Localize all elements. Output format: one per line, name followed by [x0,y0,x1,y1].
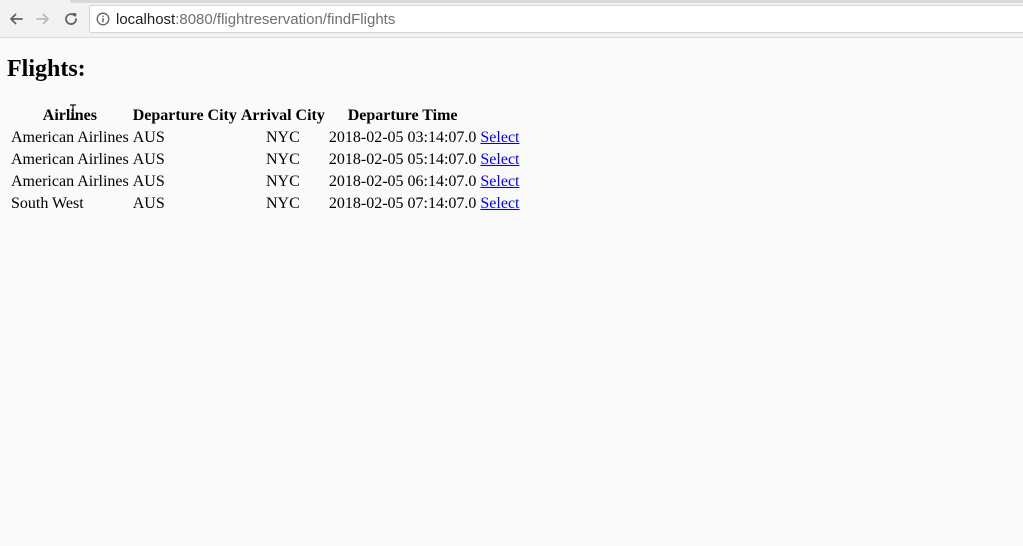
action-cell: Select [479,172,520,192]
action-cell: Select [479,128,520,148]
active-tab[interactable] [0,0,70,3]
arrival-city-cell: NYC [265,195,300,212]
text-cursor-icon [70,104,76,120]
airline-cell: American Airlines [11,151,129,168]
table-header-row: Airlines Departure City Arrival City Dep… [10,106,521,126]
url-text[interactable]: localhost:8080/flightreservation/findFli… [116,11,395,28]
select-link[interactable]: Select [480,173,519,190]
airline-cell: South West [11,195,84,212]
airline-cell: American Airlines [11,173,129,190]
departure-city-cell: AUS [132,195,165,212]
url-host: localhost [116,10,176,28]
arrival-city-cell: NYC [265,129,300,146]
departure-time-cell: 2018-02-05 03:14:07.0 [328,129,477,146]
header-arrival-city: Arrival City [240,107,325,124]
reload-icon [65,13,77,25]
header-departure-city: Departure City [132,107,237,124]
select-link[interactable]: Select [480,129,519,146]
browser-toolbar: localhost:8080/flightreservation/findFli… [0,0,1023,38]
airline-cell: American Airlines [11,129,129,146]
departure-time-cell: 2018-02-05 07:14:07.0 [328,195,477,212]
back-button[interactable] [5,8,27,30]
table-row: American Airlines AUS NYC 2018-02-05 03:… [10,128,521,148]
url-path: :8080/flightreservation/findFlights [175,10,396,28]
departure-city-cell: AUS [132,129,165,146]
page-content: Flights: Airlines Departure City Arrival… [0,38,1023,546]
select-link[interactable]: Select [480,151,519,168]
select-link[interactable]: Select [480,195,519,212]
arrival-city-cell: NYC [265,151,300,168]
address-bar[interactable]: localhost:8080/flightreservation/findFli… [89,5,1023,33]
arrow-left-icon [10,13,23,25]
arrival-city-cell: NYC [265,173,300,190]
departure-city-cell: AUS [132,151,165,168]
action-cell: Select [479,150,520,170]
action-cell: Select [479,194,520,214]
table-row: American Airlines AUS NYC 2018-02-05 05:… [10,150,521,170]
forward-button[interactable] [32,8,54,30]
info-circle-icon[interactable] [96,12,110,26]
table-row: American Airlines AUS NYC 2018-02-05 06:… [10,172,521,192]
flights-table: Airlines Departure City Arrival City Dep… [8,104,523,216]
header-departure-time: Departure Time [347,107,458,124]
tab-strip [0,0,1023,3]
arrow-right-icon [36,13,49,25]
reload-button[interactable] [60,8,82,30]
departure-time-cell: 2018-02-05 05:14:07.0 [328,151,477,168]
header-action [479,106,520,126]
page-title: Flights: [7,56,86,82]
departure-city-cell: AUS [132,173,165,190]
table-row: South West AUS NYC 2018-02-05 07:14:07.0… [10,194,521,214]
departure-time-cell: 2018-02-05 06:14:07.0 [328,173,477,190]
